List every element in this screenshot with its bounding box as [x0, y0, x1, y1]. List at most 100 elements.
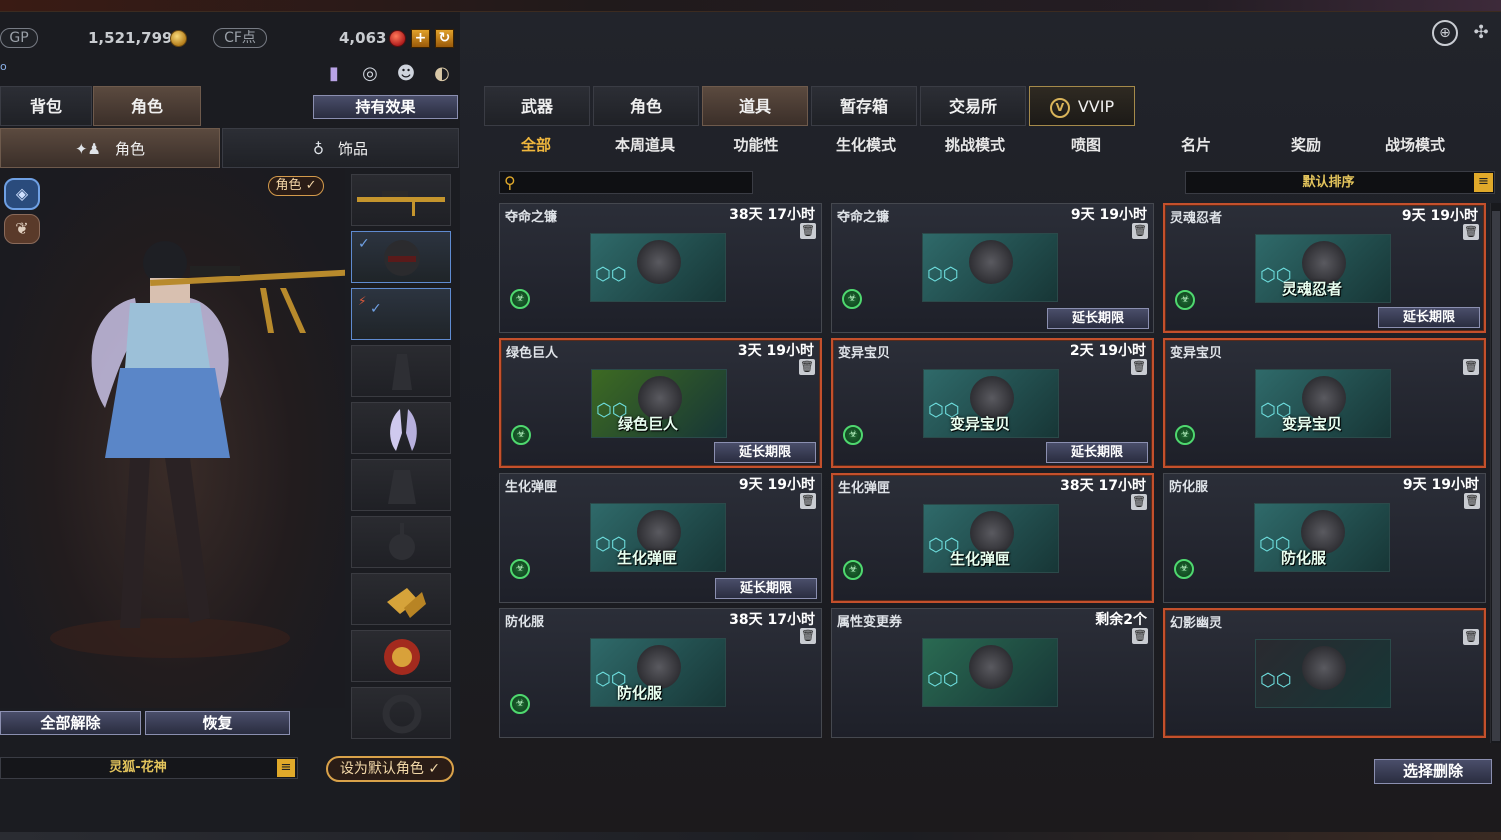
- biohazard-icon: ☣: [510, 694, 530, 714]
- sort-dropdown[interactable]: 默认排序 ≡: [1185, 171, 1495, 194]
- trash-icon[interactable]: 🗑: [1464, 493, 1480, 509]
- helmet-icon: ✓: [358, 236, 420, 276]
- item-card[interactable]: 灵魂忍者 9天 19小时 🗑 ⬡⬡ 灵魂忍者 ☣ 延长期限: [1163, 203, 1486, 333]
- trash-icon[interactable]: 🗑: [1463, 629, 1479, 645]
- slot-ring[interactable]: [351, 687, 451, 739]
- search-input[interactable]: [528, 173, 748, 192]
- set-default-character-button[interactable]: 设为默认角色 ✓: [326, 756, 454, 782]
- check-icon: ✓: [423, 761, 441, 777]
- extend-duration-button[interactable]: 延长期限: [714, 442, 816, 463]
- trash-icon[interactable]: 🗑: [1131, 494, 1147, 510]
- trash-icon[interactable]: 🗑: [800, 493, 816, 509]
- unequip-all-button[interactable]: 全部解除: [0, 711, 141, 735]
- trash-icon[interactable]: 🗑: [800, 628, 816, 644]
- trash-icon[interactable]: 🗑: [1463, 224, 1479, 240]
- mouse-icon[interactable]: ◐: [430, 62, 454, 86]
- biohazard-icon: ☣: [510, 289, 530, 309]
- filter-challenge-mode[interactable]: 挑战模式: [935, 134, 1015, 156]
- tab-vvip[interactable]: V VVIP: [1029, 86, 1135, 126]
- subtab-accessory[interactable]: ♁ 饰品: [222, 128, 459, 168]
- item-image: ⬡⬡ 变异宝贝: [1255, 369, 1391, 438]
- gold-gloves-icon: [387, 588, 426, 618]
- trash-icon[interactable]: 🗑: [1131, 359, 1147, 375]
- item-duration: 38天 17小时: [729, 207, 815, 223]
- subtab-character[interactable]: ✦♟ 角色: [0, 128, 220, 168]
- trash-icon[interactable]: 🗑: [1132, 628, 1148, 644]
- trash-icon[interactable]: 🗑: [1463, 359, 1479, 375]
- batch-delete-button[interactable]: 选择删除: [1374, 759, 1492, 784]
- extend-duration-button[interactable]: 延长期限: [1378, 307, 1480, 328]
- item-card[interactable]: 绿色巨人 3天 19小时 🗑 ⬡⬡ 绿色巨人 ☣ 延长期限: [499, 338, 822, 468]
- item-card[interactable]: 生化弹匣 38天 17小时 🗑 ⬡⬡ 生化弹匣 ☣: [831, 473, 1154, 603]
- tab-storage[interactable]: 暂存箱: [811, 86, 917, 126]
- item-image: ⬡⬡ 生化弹匣: [590, 503, 726, 572]
- crosshair-icon[interactable]: ⊕: [1432, 20, 1458, 46]
- item-name: 防化服: [1169, 480, 1209, 495]
- item-image-label: 灵魂忍者: [1282, 280, 1343, 298]
- biohazard-icon: ☣: [843, 560, 863, 580]
- tab-character[interactable]: 角色: [93, 86, 201, 126]
- spray-icon[interactable]: ◎: [358, 62, 382, 86]
- tab-items[interactable]: 道具: [702, 86, 808, 126]
- item-card[interactable]: 变异宝贝 🗑 ⬡⬡ 变异宝贝 ☣: [1163, 338, 1486, 468]
- scrollbar-thumb[interactable]: [1492, 211, 1500, 741]
- character-figure: [50, 241, 345, 658]
- slot-body[interactable]: [351, 345, 451, 397]
- item-name: 幻影幽灵: [1170, 616, 1223, 631]
- slot-emblem[interactable]: [351, 630, 451, 682]
- recharge-button[interactable]: +: [411, 29, 430, 48]
- item-name: 生化弹匣: [505, 480, 558, 495]
- slot-gloves[interactable]: [351, 573, 451, 625]
- slot-pendant[interactable]: [351, 516, 451, 568]
- filter-card[interactable]: 名片: [1160, 134, 1232, 156]
- item-duration: 38天 17小时: [1060, 478, 1146, 494]
- tab-market[interactable]: 交易所: [920, 86, 1026, 126]
- item-name: 变异宝贝: [1170, 346, 1223, 361]
- item-image-label: 变异宝贝: [1282, 415, 1343, 433]
- item-duration: 剩余2个: [1095, 612, 1147, 628]
- item-grid-scrollbar[interactable]: [1490, 203, 1501, 743]
- ring-silhouette-icon: [382, 694, 422, 734]
- filter-functional[interactable]: 功能性: [720, 134, 792, 156]
- settings-wrench-icon[interactable]: ✣: [1468, 20, 1494, 46]
- item-card[interactable]: 属性变更券 剩余2个 🗑 ⬡⬡: [831, 608, 1154, 738]
- slot-back[interactable]: [351, 402, 451, 454]
- item-card[interactable]: 夺命之镰 38天 17小时 🗑 ⬡⬡ ☣: [499, 203, 822, 333]
- biohazard-icon: ☣: [842, 289, 862, 309]
- item-card[interactable]: 变异宝贝 2天 19小时 🗑 ⬡⬡ 变异宝贝 ☣ 延长期限: [831, 338, 1154, 468]
- slot-bag[interactable]: [351, 459, 451, 511]
- item-image-label: 生化弹匣: [617, 549, 678, 567]
- item-card[interactable]: 防化服 9天 19小时 🗑 ⬡⬡ 防化服 ☣: [1163, 473, 1486, 603]
- extend-duration-button[interactable]: 延长期限: [715, 578, 817, 599]
- trash-icon[interactable]: 🗑: [799, 359, 815, 375]
- slot-weapon[interactable]: [351, 174, 451, 226]
- extend-duration-button[interactable]: 延长期限: [1046, 442, 1148, 463]
- owned-effects-button[interactable]: 持有效果: [313, 95, 458, 119]
- item-duration: 9天 19小时: [1070, 207, 1147, 223]
- extend-duration-button[interactable]: 延长期限: [1047, 308, 1149, 329]
- tab-weapons[interactable]: 武器: [484, 86, 590, 126]
- item-card[interactable]: 生化弹匣 9天 19小时 🗑 ⬡⬡ 生化弹匣 ☣ 延长期限: [499, 473, 822, 603]
- ranking-icon[interactable]: ▮: [322, 62, 346, 86]
- filter-all[interactable]: 全部: [500, 134, 572, 156]
- tab-roles[interactable]: 角色: [593, 86, 699, 126]
- filter-reward[interactable]: 奖励: [1270, 134, 1342, 156]
- item-art: [1302, 646, 1346, 690]
- item-card[interactable]: 幻影幽灵 🗑 ⬡⬡: [1163, 608, 1486, 738]
- character-name-dropdown[interactable]: 灵狐-花神 ≡: [0, 757, 298, 779]
- restore-button[interactable]: 恢复: [145, 711, 290, 735]
- trash-icon[interactable]: 🗑: [1132, 223, 1148, 239]
- trash-icon[interactable]: 🗑: [800, 223, 816, 239]
- slot-mask[interactable]: ⚡ ✓: [351, 288, 451, 340]
- filter-spray[interactable]: 喷图: [1050, 134, 1122, 156]
- filter-battlefield[interactable]: 战场模式: [1375, 134, 1455, 156]
- filter-weekly[interactable]: 本周道具: [605, 134, 685, 156]
- character-pose-icon[interactable]: ☻: [394, 62, 418, 86]
- item-card[interactable]: 防化服 38天 17小时 🗑 ⬡⬡ 防化服 ☣: [499, 608, 822, 738]
- refresh-button[interactable]: ↻: [435, 29, 454, 48]
- currency-bar: GP 1,521,799 CF点 4,063 + ↻: [0, 28, 460, 50]
- filter-bio-mode[interactable]: 生化模式: [826, 134, 906, 156]
- item-card[interactable]: 夺命之镰 9天 19小时 🗑 ⬡⬡ ☣ 延长期限: [831, 203, 1154, 333]
- slot-helmet[interactable]: ✓: [351, 231, 451, 283]
- tab-backpack[interactable]: 背包: [0, 86, 92, 126]
